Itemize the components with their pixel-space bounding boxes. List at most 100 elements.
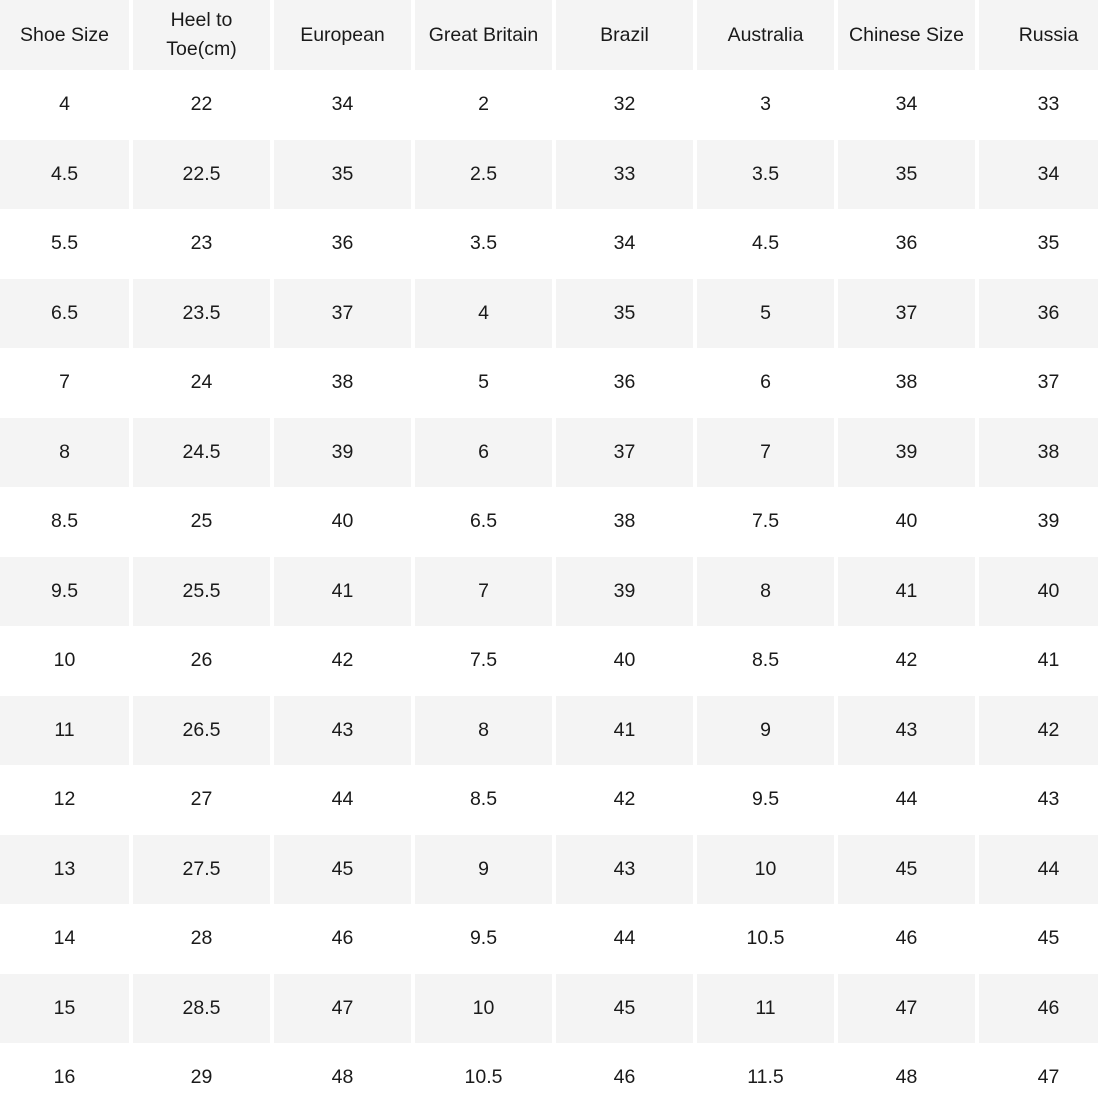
- table-cell: 47: [979, 1043, 1098, 1113]
- table-cell: 39: [274, 417, 411, 487]
- table-cell: 5: [697, 278, 834, 348]
- table-cell: 34: [838, 70, 975, 140]
- table-cell: 3.5: [697, 139, 834, 209]
- table-cell: 7.5: [697, 487, 834, 557]
- table-cell: 14: [0, 904, 129, 974]
- table-cell: 38: [556, 487, 693, 557]
- table-cell: 23: [133, 209, 270, 279]
- table-cell: 7: [697, 417, 834, 487]
- table-cell: 9.5: [415, 904, 552, 974]
- table-cell: 38: [274, 348, 411, 418]
- table-cell: 12: [0, 765, 129, 835]
- table-cell: 46: [556, 1043, 693, 1113]
- column-header: Heel to Toe(cm): [133, 0, 270, 70]
- table-cell: 37: [979, 348, 1098, 418]
- table-body: 4 22 34 2 32 3 34 33 4.5 22.5 35 2.5 33 3.5 35 34 5.5 23 3…: [0, 70, 1098, 1113]
- table-row: 9.5 25.5 41 7 39 8 41 40: [0, 556, 1098, 626]
- table-cell: 42: [838, 626, 975, 696]
- table-cell: 10: [415, 973, 552, 1043]
- table-row: 13 27.5 45 9 43 10 45 44: [0, 834, 1098, 904]
- table-cell: 38: [838, 348, 975, 418]
- table-cell: 6: [415, 417, 552, 487]
- table-row: 16 29 48 10.5 46 11.5 48 47: [0, 1043, 1098, 1113]
- table-cell: 45: [274, 834, 411, 904]
- table-cell: 36: [838, 209, 975, 279]
- table-cell: 37: [838, 278, 975, 348]
- table-cell: 36: [556, 348, 693, 418]
- table-cell: 36: [979, 278, 1098, 348]
- table-cell: 43: [274, 695, 411, 765]
- table-cell: 41: [556, 695, 693, 765]
- table-cell: 44: [838, 765, 975, 835]
- table-cell: 9.5: [697, 765, 834, 835]
- table-cell: 48: [274, 1043, 411, 1113]
- table-cell: 25: [133, 487, 270, 557]
- table-cell: 11.5: [697, 1043, 834, 1113]
- table-cell: 43: [838, 695, 975, 765]
- column-header: Shoe Size: [0, 0, 129, 70]
- table-cell: 47: [838, 973, 975, 1043]
- table-cell: 27: [133, 765, 270, 835]
- table-cell: 25.5: [133, 556, 270, 626]
- column-header: Chinese Size: [838, 0, 975, 70]
- table-cell: 42: [979, 695, 1098, 765]
- table-row: 12 27 44 8.5 42 9.5 44 43: [0, 765, 1098, 835]
- table-cell: 39: [556, 556, 693, 626]
- table-cell: 40: [979, 556, 1098, 626]
- table-cell: 35: [979, 209, 1098, 279]
- table-cell: 41: [979, 626, 1098, 696]
- table-row: 4.5 22.5 35 2.5 33 3.5 35 34: [0, 139, 1098, 209]
- table-cell: 41: [274, 556, 411, 626]
- table-cell: 9: [697, 695, 834, 765]
- table-cell: 41: [838, 556, 975, 626]
- table-cell: 9.5: [0, 556, 129, 626]
- table-cell: 6.5: [0, 278, 129, 348]
- table-cell: 44: [556, 904, 693, 974]
- table-cell: 26: [133, 626, 270, 696]
- table-cell: 28: [133, 904, 270, 974]
- table-cell: 11: [0, 695, 129, 765]
- table-cell: 33: [979, 70, 1098, 140]
- table-cell: 16: [0, 1043, 129, 1113]
- table-cell: 5.5: [0, 209, 129, 279]
- table-cell: 4: [415, 278, 552, 348]
- table-cell: 8.5: [0, 487, 129, 557]
- table-row: 7 24 38 5 36 6 38 37: [0, 348, 1098, 418]
- table-cell: 13: [0, 834, 129, 904]
- table-cell: 42: [274, 626, 411, 696]
- table-row: 11 26.5 43 8 41 9 43 42: [0, 695, 1098, 765]
- table-cell: 24.5: [133, 417, 270, 487]
- table-cell: 43: [556, 834, 693, 904]
- table-cell: 45: [556, 973, 693, 1043]
- table-cell: 8: [0, 417, 129, 487]
- table-cell: 27.5: [133, 834, 270, 904]
- table-cell: 37: [274, 278, 411, 348]
- table-cell: 47: [274, 973, 411, 1043]
- column-header: Great Britain: [415, 0, 552, 70]
- table-cell: 8: [697, 556, 834, 626]
- table-cell: 28.5: [133, 973, 270, 1043]
- table-cell: 26.5: [133, 695, 270, 765]
- table-cell: 7: [415, 556, 552, 626]
- table-row: 8 24.5 39 6 37 7 39 38: [0, 417, 1098, 487]
- table-cell: 45: [838, 834, 975, 904]
- table-cell: 35: [556, 278, 693, 348]
- column-header: European: [274, 0, 411, 70]
- table-header: Shoe Size Heel to Toe(cm) European Great Br…: [0, 0, 1098, 70]
- table-cell: 44: [979, 834, 1098, 904]
- shoe-size-conversion-table: Shoe Size Heel to Toe(cm) European Great Br…: [0, 0, 1098, 1113]
- table-cell: 34: [979, 139, 1098, 209]
- table-cell: 8.5: [415, 765, 552, 835]
- table-cell: 45: [979, 904, 1098, 974]
- table-cell: 36: [274, 209, 411, 279]
- table-cell: 8.5: [697, 626, 834, 696]
- table-cell: 46: [979, 973, 1098, 1043]
- table-row: 5.5 23 36 3.5 34 4.5 36 35: [0, 209, 1098, 279]
- table-cell: 6: [697, 348, 834, 418]
- table-cell: 38: [979, 417, 1098, 487]
- table-cell: 22.5: [133, 139, 270, 209]
- table-row: 15 28.5 47 10 45 11 47 46: [0, 973, 1098, 1043]
- table-cell: 44: [274, 765, 411, 835]
- table-cell: 46: [274, 904, 411, 974]
- table-cell: 3.5: [415, 209, 552, 279]
